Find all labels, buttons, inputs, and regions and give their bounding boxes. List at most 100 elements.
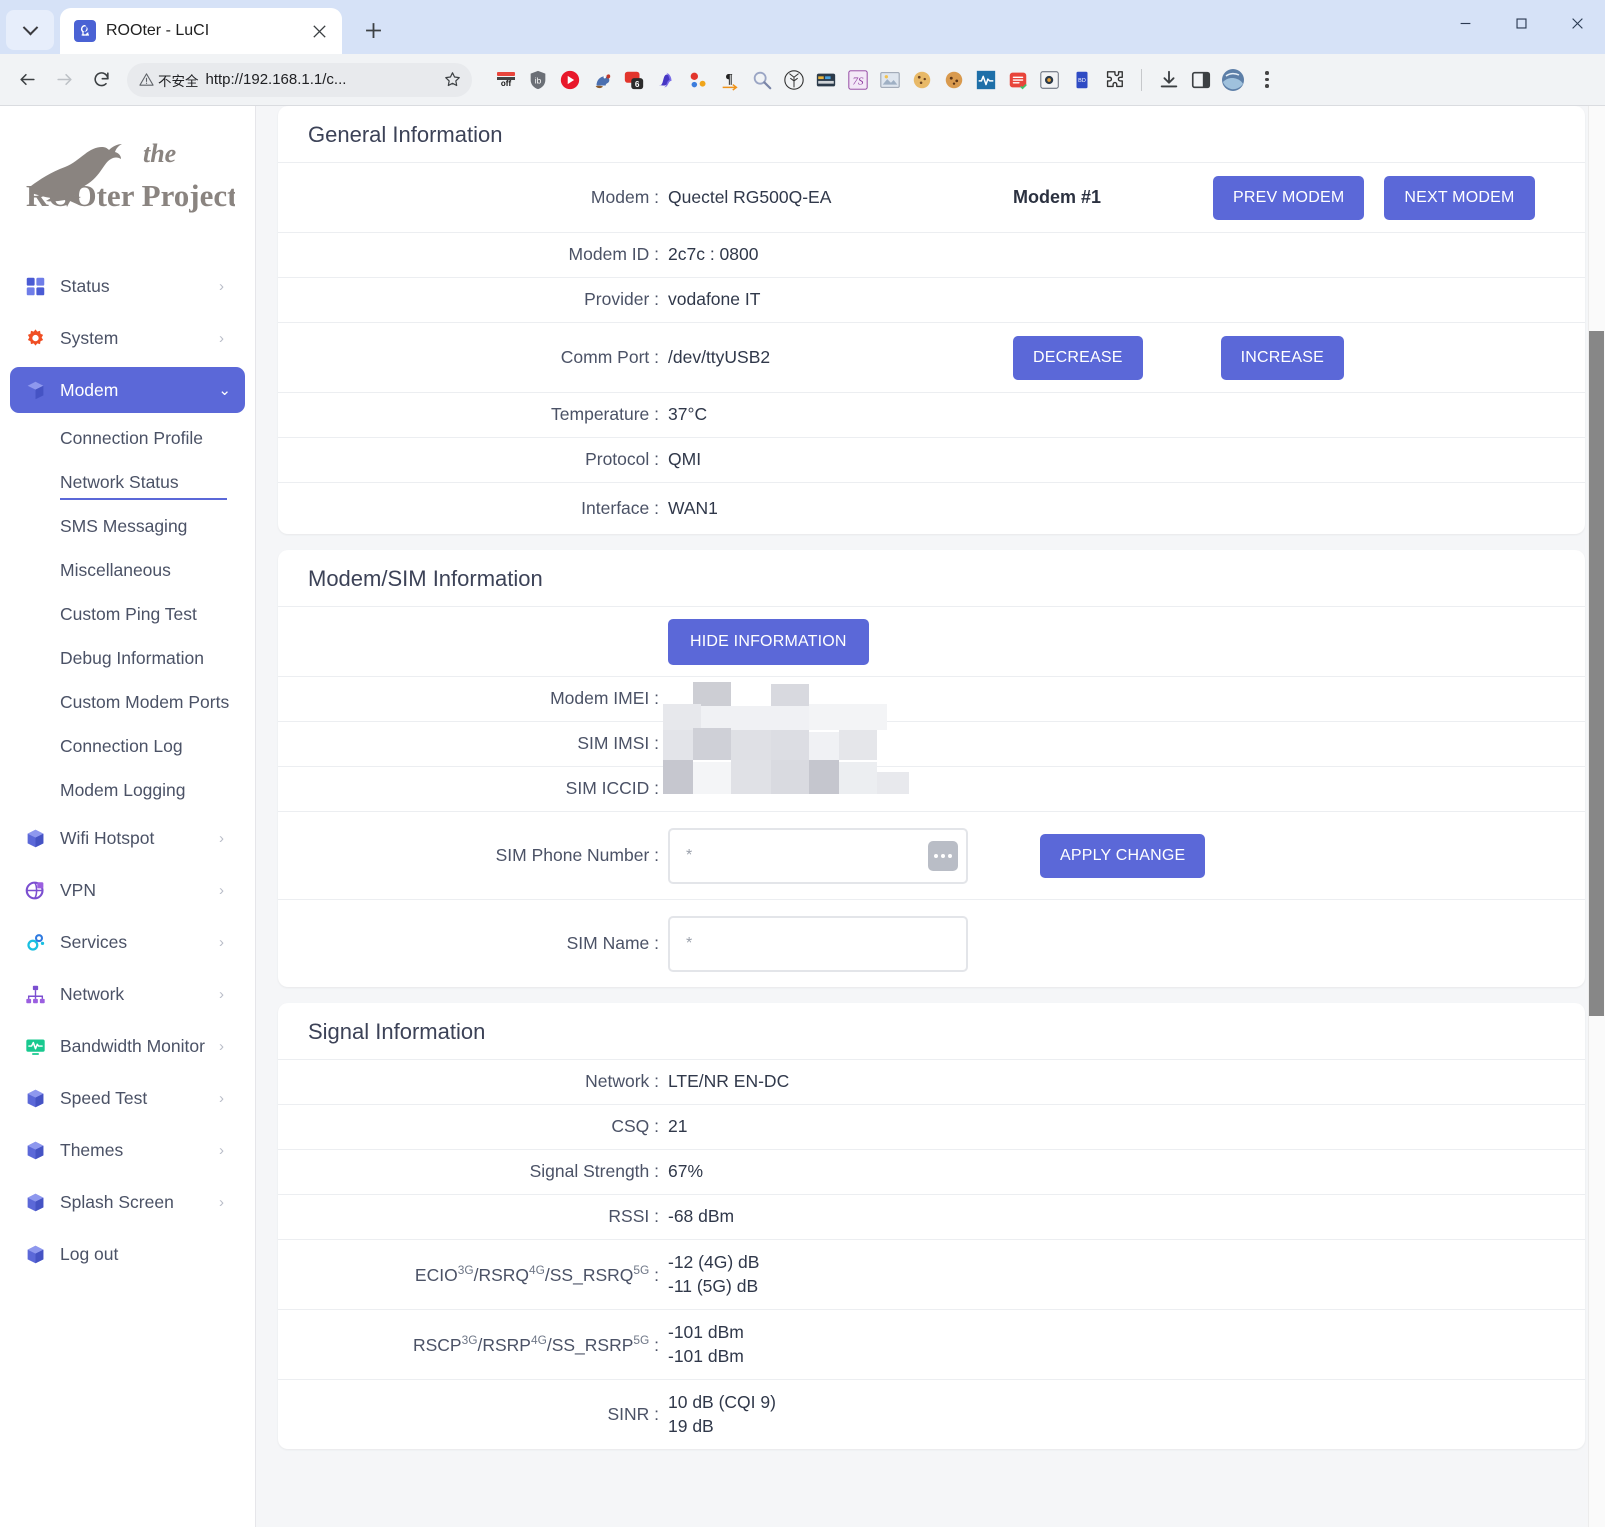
sidebar-subitem-sms-messaging[interactable]: SMS Messaging xyxy=(10,504,245,548)
apply-change-button[interactable]: APPLY CHANGE xyxy=(1040,833,1206,878)
sidebar-item-vpn[interactable]: VPN › xyxy=(10,867,245,913)
address-bar[interactable]: 不安全 http://192.168.1.1/c... xyxy=(127,62,472,97)
row-modem: Modem : Quectel RG500Q-EA Modem #1 PREV … xyxy=(278,162,1585,232)
next-modem-button[interactable]: NEXT MODEM xyxy=(1384,175,1535,220)
screenshot-extension-icon[interactable] xyxy=(1037,67,1063,93)
temperature-label: Temperature : xyxy=(551,404,659,425)
sidebar-subitem-miscellaneous[interactable]: Miscellaneous xyxy=(10,548,245,592)
molecule-extension-icon[interactable] xyxy=(685,67,711,93)
card-extension-icon[interactable] xyxy=(813,67,839,93)
forward-button[interactable] xyxy=(47,63,81,97)
shield-extension-icon[interactable]: ib xyxy=(525,67,551,93)
sidebar-subitem-debug-information[interactable]: Debug Information xyxy=(10,636,245,680)
rscp-part-4: /SS_RSRP xyxy=(546,1334,634,1355)
wave-extension-icon[interactable] xyxy=(653,67,679,93)
row-comm-port: Comm Port : /dev/ttyUSB2 DECREASE INCREA… xyxy=(278,322,1585,392)
sidebar-subitem-custom-ping-test[interactable]: Custom Ping Test xyxy=(10,592,245,636)
sidebar-item-splash-screen[interactable]: Splash Screen › xyxy=(10,1179,245,1225)
sidebar-item-label: Wifi Hotspot xyxy=(60,827,155,848)
pulse-extension-icon[interactable] xyxy=(973,67,999,93)
redacted-values-mosaic xyxy=(663,682,1023,807)
ecio-part-6: : xyxy=(649,1264,659,1285)
modem-sim-information-title: Modem/SIM Information xyxy=(308,566,543,591)
notes-extension-icon[interactable] xyxy=(1005,67,1031,93)
prev-modem-button[interactable]: PREV MODEM xyxy=(1213,175,1365,220)
ecio-part-2: /RSRQ xyxy=(473,1264,530,1285)
sidebar-subitem-modem-logging[interactable]: Modem Logging xyxy=(10,768,245,812)
sidebar-item-speed-test[interactable]: Speed Test › xyxy=(10,1075,245,1121)
not-secure-indicator[interactable]: 不安全 xyxy=(139,70,199,90)
sidebar-item-modem[interactable]: Modem ⌄ xyxy=(10,367,245,413)
toggle-off-extension-icon[interactable]: off xyxy=(493,67,519,93)
hide-information-button[interactable]: HIDE INFORMATION xyxy=(668,618,869,665)
page-scrollbar-thumb[interactable] xyxy=(1589,331,1604,1016)
ecio-rsrq-values: -12 (4G) dB -11 (5G) dB xyxy=(668,1251,1555,1298)
chevron-right-icon: › xyxy=(219,277,224,295)
autofill-dots-icon[interactable] xyxy=(928,840,958,871)
sidebar-subitem-connection-profile[interactable]: Connection Profile xyxy=(10,416,245,460)
video-play-extension-icon[interactable] xyxy=(557,67,583,93)
sidebar-item-network[interactable]: Network › xyxy=(10,971,245,1017)
sim-phone-number-placeholder: * xyxy=(686,846,693,864)
sim-imsi-label: SIM IMSI : xyxy=(577,733,659,754)
svg-text:7S: 7S xyxy=(853,75,865,87)
browser-menu-icon[interactable] xyxy=(1252,65,1282,95)
minimize-button[interactable] xyxy=(1437,0,1493,46)
sidebar-subitem-network-status[interactable]: Network Status xyxy=(10,460,245,504)
page-scrollbar-track[interactable] xyxy=(1588,106,1605,1527)
comm-port-label: Comm Port : xyxy=(560,346,659,367)
box-icon xyxy=(24,827,46,849)
squirrel-extension-icon[interactable] xyxy=(589,67,615,93)
rscp-part-5: 5G xyxy=(633,1332,650,1347)
badge-6-extension-icon[interactable]: 6 xyxy=(621,67,647,93)
sidebar-item-log-out[interactable]: Log out xyxy=(10,1231,245,1277)
signal-information-title: Signal Information xyxy=(308,1019,486,1044)
page-viewport: the ROOter Project Status › System › Modem ⌄ C… xyxy=(0,106,1605,1527)
svg-text:ROOter Project: ROOter Project xyxy=(26,178,235,213)
pilcrow-extension-icon[interactable]: ¶ xyxy=(717,67,743,93)
sidebar-subitem-custom-modem-ports[interactable]: Custom Modem Ports xyxy=(10,680,245,724)
signal-strength-value: 67% xyxy=(668,1161,704,1182)
seven-s-extension-icon[interactable]: 7S xyxy=(845,67,871,93)
sidebar-item-services[interactable]: Services › xyxy=(10,919,245,965)
back-button[interactable] xyxy=(10,63,44,97)
decrease-button[interactable]: DECREASE xyxy=(1013,335,1143,380)
close-window-button[interactable] xyxy=(1549,0,1605,46)
sidebar-subitem-connection-log[interactable]: Connection Log xyxy=(10,724,245,768)
sim-name-label: SIM Name : xyxy=(566,932,659,953)
sidebar-item-system[interactable]: System › xyxy=(10,315,245,361)
reload-button[interactable] xyxy=(84,63,118,97)
sinr-values: 10 dB (CQI 9) 19 dB xyxy=(668,1391,1555,1438)
rooter-logo: the ROOter Project xyxy=(0,124,255,260)
sim-name-input[interactable]: * xyxy=(668,915,968,972)
sidebar-subitem-label: Miscellaneous xyxy=(60,559,171,580)
ecio-part-5: 5G xyxy=(633,1262,650,1277)
side-panel-icon[interactable] xyxy=(1188,67,1214,93)
download-icon[interactable] xyxy=(1156,67,1182,93)
comm-port-value: /dev/ttyUSB2 xyxy=(668,346,771,367)
chevron-right-icon: › xyxy=(219,1141,224,1159)
maximize-button[interactable] xyxy=(1493,0,1549,46)
tab-search-button[interactable] xyxy=(6,10,54,50)
sidebar-item-wifi-hotspot[interactable]: Wifi Hotspot › xyxy=(10,815,245,861)
tree-circle-extension-icon[interactable] xyxy=(781,67,807,93)
bookmark-star-icon[interactable] xyxy=(440,68,464,92)
sim-iccid-label: SIM ICCID : xyxy=(565,778,659,799)
sidebar-item-themes[interactable]: Themes › xyxy=(10,1127,245,1173)
sidebar-item-label: VPN xyxy=(60,879,96,900)
tab-close-icon[interactable] xyxy=(306,18,332,44)
new-tab-button[interactable] xyxy=(354,11,392,49)
cookie-extension-icon[interactable] xyxy=(909,67,935,93)
blue-doc-extension-icon[interactable]: BD xyxy=(1069,67,1095,93)
browser-tab[interactable]: ROOter - LuCI xyxy=(60,8,342,54)
increase-button[interactable]: INCREASE xyxy=(1220,335,1345,380)
cookie-two-extension-icon[interactable] xyxy=(941,67,967,93)
sim-phone-number-input[interactable]: * xyxy=(668,827,968,884)
magnifier-extension-icon[interactable] xyxy=(749,67,775,93)
image-extension-icon[interactable] xyxy=(877,67,903,93)
sidebar-item-bandwidth-monitor[interactable]: Bandwidth Monitor › xyxy=(10,1023,245,1069)
profile-avatar-icon[interactable] xyxy=(1220,67,1246,93)
puzzle-extensions-icon[interactable] xyxy=(1101,67,1127,93)
sidebar-item-status[interactable]: Status › xyxy=(10,263,245,309)
tab-strip: ROOter - LuCI xyxy=(0,0,1605,54)
